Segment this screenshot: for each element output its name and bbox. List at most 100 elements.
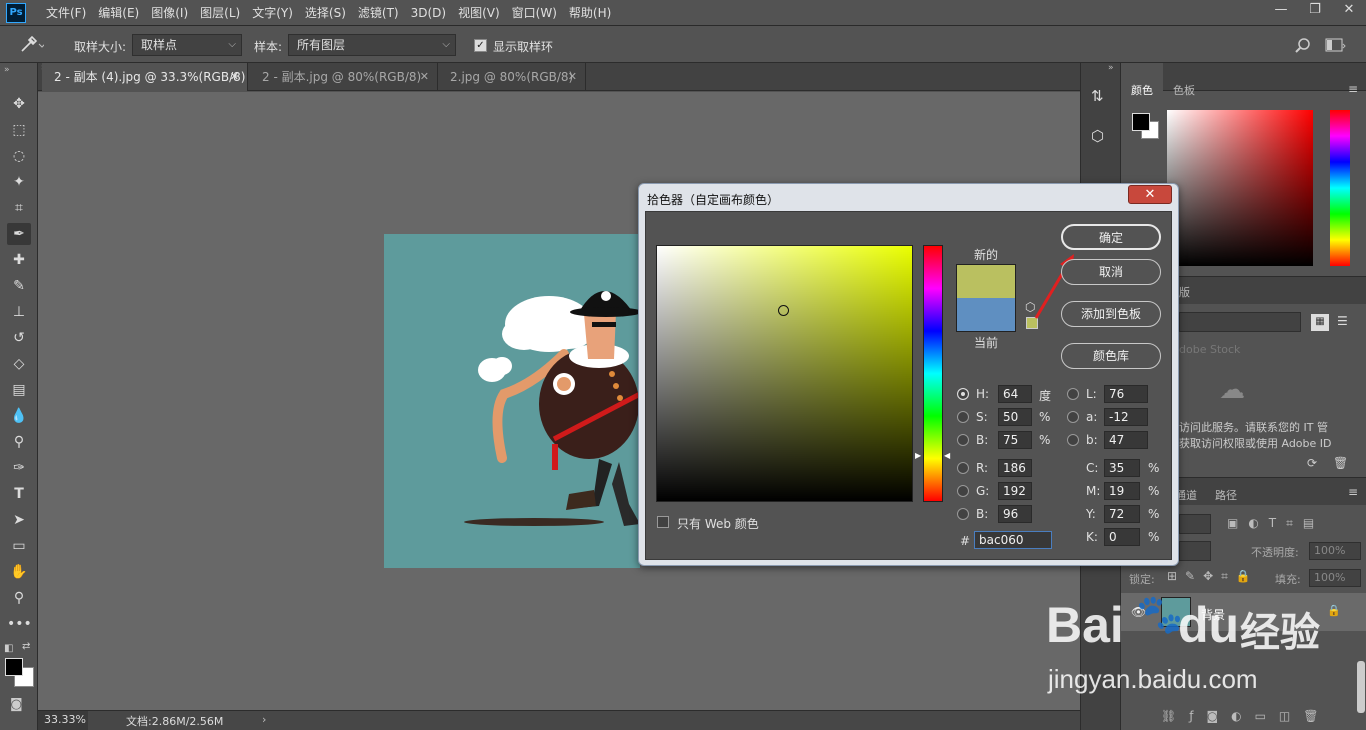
add-to-swatches-button[interactable]: 添加到色板: [1061, 301, 1161, 327]
lock-icons[interactable]: ⊞✎✥⌗🔒: [1167, 569, 1259, 584]
close-icon[interactable]: ✕: [420, 63, 429, 91]
blue-radio[interactable]: [957, 508, 969, 520]
library-dropdown[interactable]: [1179, 312, 1301, 332]
close-window-button[interactable]: ✕: [1332, 0, 1366, 22]
collapse-icon[interactable]: »: [1108, 63, 1114, 73]
move-tool-icon[interactable]: ✥: [7, 93, 31, 115]
menu-layer[interactable]: 图层(L): [194, 0, 246, 26]
eyedropper-tool-icon[interactable]: ✒: [7, 223, 31, 245]
menu-view[interactable]: 视图(V): [452, 0, 506, 26]
pen-tool-icon[interactable]: ✑: [7, 457, 31, 479]
history-panel-icon[interactable]: ⇅: [1091, 87, 1104, 105]
color-field[interactable]: [656, 245, 913, 502]
menu-window[interactable]: 窗口(W): [506, 0, 563, 26]
ok-button[interactable]: 确定: [1061, 224, 1161, 250]
grid-view-icon[interactable]: ▦: [1311, 314, 1329, 331]
web-only-checkbox[interactable]: [657, 516, 669, 528]
layer-filter-icons[interactable]: ▣◐T⌗▤: [1227, 516, 1324, 531]
eraser-tool-icon[interactable]: ◇: [7, 353, 31, 375]
hue-slider[interactable]: [1330, 110, 1350, 266]
hue-pointer-left-icon[interactable]: ▶: [915, 451, 921, 460]
history-brush-tool-icon[interactable]: ↺: [7, 327, 31, 349]
s-field[interactable]: 50: [998, 408, 1032, 426]
menu-select[interactable]: 选择(S): [299, 0, 352, 26]
zoom-level[interactable]: 33.33%: [38, 711, 88, 730]
healing-brush-tool-icon[interactable]: ✚: [7, 249, 31, 271]
color-field[interactable]: [1167, 110, 1313, 266]
close-button[interactable]: ✕: [1128, 185, 1172, 204]
layer-action-icons[interactable]: ⛓ƒ◙◐▭◫🗑: [1161, 709, 1331, 723]
b-field[interactable]: 75: [998, 431, 1032, 449]
tab-paths[interactable]: 路径: [1215, 487, 1237, 503]
hue-pointer-right-icon[interactable]: ◀: [944, 451, 950, 460]
collapse-icon[interactable]: »: [4, 65, 10, 75]
s-radio[interactable]: [957, 411, 969, 423]
menu-file[interactable]: 文件(F): [40, 0, 92, 26]
menu-3d[interactable]: 3D(D): [405, 0, 452, 26]
marquee-tool-icon[interactable]: ⬚: [7, 119, 31, 141]
h-radio[interactable]: [957, 388, 969, 400]
close-icon[interactable]: ✕: [230, 63, 239, 91]
zoom-tool-icon[interactable]: ⚲: [7, 587, 31, 609]
hex-field[interactable]: bac060: [974, 531, 1052, 549]
sync-icon[interactable]: ⟳: [1307, 456, 1317, 470]
rectangle-tool-icon[interactable]: ▭: [7, 535, 31, 557]
magic-wand-tool-icon[interactable]: ✦: [7, 171, 31, 193]
m-field[interactable]: 19: [1104, 482, 1140, 500]
a-field[interactable]: -12: [1104, 408, 1148, 426]
foreground-color-swatch[interactable]: [1132, 113, 1150, 131]
show-ring-checkbox[interactable]: ✓: [474, 39, 487, 52]
workspace-icon[interactable]: [1324, 36, 1346, 54]
eyedropper-preset-icon[interactable]: [18, 35, 46, 55]
path-selection-tool-icon[interactable]: ➤: [7, 509, 31, 531]
swap-colors-icon[interactable]: ⇄: [22, 641, 30, 652]
document-tab[interactable]: 2 - 副本.jpg @ 80%(RGB/8) ✕: [250, 63, 438, 91]
restore-button[interactable]: ❐: [1298, 0, 1332, 22]
r-field[interactable]: 186: [998, 459, 1032, 477]
panel-menu-icon[interactable]: ≡: [1348, 485, 1358, 499]
color-libraries-button[interactable]: 颜色库: [1061, 343, 1161, 369]
sample-dropdown[interactable]: 所有图层 ⌵: [288, 34, 456, 56]
panel-menu-icon[interactable]: ≡: [1348, 82, 1358, 96]
crop-tool-icon[interactable]: ⌗: [7, 197, 31, 219]
document-tab[interactable]: 2.jpg @ 80%(RGB/8) ✕: [438, 63, 586, 91]
brush-tool-icon[interactable]: ✎: [7, 275, 31, 297]
menu-edit[interactable]: 编辑(E): [92, 0, 145, 26]
g-radio[interactable]: [957, 485, 969, 497]
hand-tool-icon[interactable]: ✋: [7, 561, 31, 583]
k-field[interactable]: 0: [1104, 528, 1140, 546]
search-icon[interactable]: [1294, 36, 1314, 54]
g-field[interactable]: 192: [998, 482, 1032, 500]
l-radio[interactable]: [1067, 388, 1079, 400]
blur-tool-icon[interactable]: 💧: [7, 405, 31, 427]
h-field[interactable]: 64: [998, 385, 1032, 403]
fill-field[interactable]: 100%: [1309, 569, 1361, 587]
stamp-tool-icon[interactable]: ⊥: [7, 301, 31, 323]
blue-field[interactable]: 96: [998, 505, 1032, 523]
dodge-tool-icon[interactable]: ⚲: [7, 431, 31, 453]
c-field[interactable]: 35: [1104, 459, 1140, 477]
tab-libraries[interactable]: 版: [1179, 284, 1190, 300]
blend-mode-dropdown[interactable]: [1179, 541, 1211, 561]
type-tool-icon[interactable]: T: [7, 483, 31, 505]
hue-slider[interactable]: [923, 245, 943, 502]
close-icon[interactable]: ✕: [568, 63, 577, 91]
3d-panel-icon[interactable]: ⬡: [1091, 127, 1104, 145]
document-tab[interactable]: 2 - 副本 (4).jpg @ 33.3%(RGB/8) ✕: [42, 63, 248, 91]
opacity-field[interactable]: 100%: [1309, 542, 1361, 560]
gradient-tool-icon[interactable]: ▤: [7, 379, 31, 401]
menu-filter[interactable]: 滤镜(T): [352, 0, 405, 26]
cancel-button[interactable]: 取消: [1061, 259, 1161, 285]
quick-mask-icon[interactable]: ◙: [10, 697, 23, 712]
menu-type[interactable]: 文字(Y): [246, 0, 299, 26]
trash-icon[interactable]: 🗑: [1333, 456, 1348, 470]
l-field[interactable]: 76: [1104, 385, 1148, 403]
list-view-icon[interactable]: ☰: [1337, 314, 1348, 328]
menu-image[interactable]: 图像(I): [145, 0, 194, 26]
b-radio[interactable]: [957, 434, 969, 446]
r-radio[interactable]: [957, 462, 969, 474]
color-field-cursor[interactable]: [778, 305, 789, 316]
lab-b-field[interactable]: 47: [1104, 431, 1148, 449]
more-tools-icon[interactable]: •••: [7, 613, 32, 635]
layer-filter-dropdown[interactable]: [1179, 514, 1211, 534]
